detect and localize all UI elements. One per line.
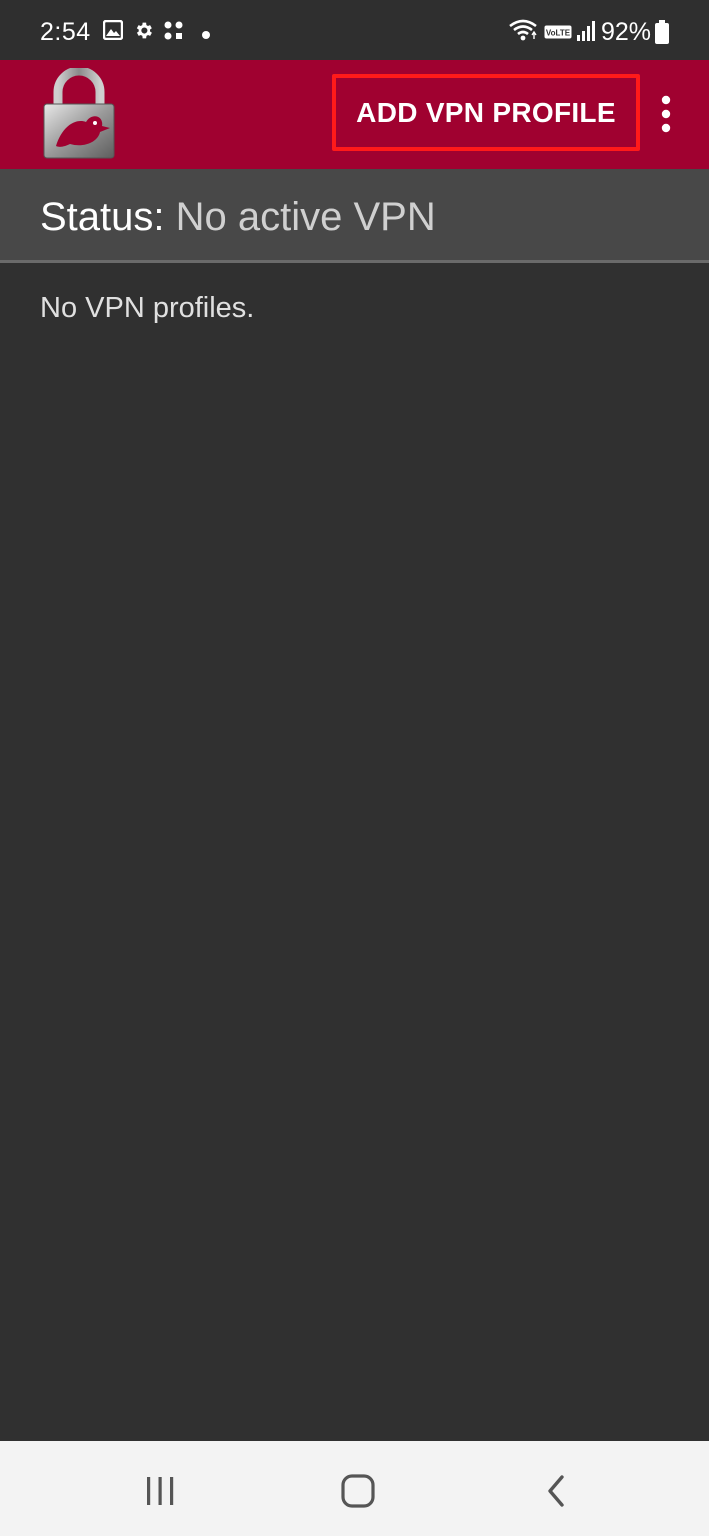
- app-bar: ADD VPN PROFILE: [0, 60, 709, 169]
- settings-gear-icon: [133, 20, 154, 46]
- gallery-icon: [102, 19, 124, 45]
- volte-icon: VoLTE: [544, 25, 572, 44]
- svg-text:VoLTE: VoLTE: [546, 29, 571, 38]
- notification-dot-icon: [201, 27, 211, 45]
- signal-icon: [576, 20, 596, 47]
- screen: 2:54 VoLTE 92% ADD VPN PROFILE Status: N…: [0, 0, 709, 1536]
- status-label: Status:: [40, 195, 165, 239]
- status-bar: 2:54 VoLTE 92%: [0, 0, 709, 60]
- home-icon[interactable]: [330, 1463, 386, 1519]
- status-value: No active VPN: [175, 195, 436, 239]
- more-vert-icon[interactable]: [648, 90, 684, 138]
- wifi-icon: [508, 18, 538, 47]
- vpn-status-header: Status: No active VPN: [0, 169, 709, 263]
- apps-icon: [163, 20, 185, 47]
- status-line: Status: No active VPN: [40, 193, 436, 241]
- padlock-logo-icon: [40, 66, 118, 160]
- status-time: 2:54: [40, 18, 91, 46]
- battery-percent: 92%: [600, 18, 651, 46]
- recent-apps-icon[interactable]: [132, 1463, 188, 1519]
- add-vpn-profile-button[interactable]: ADD VPN PROFILE: [332, 74, 640, 151]
- back-icon[interactable]: [528, 1463, 584, 1519]
- empty-profiles-message: No VPN profiles.: [40, 292, 255, 324]
- battery-icon: [655, 20, 669, 49]
- navigation-bar: [0, 1441, 709, 1536]
